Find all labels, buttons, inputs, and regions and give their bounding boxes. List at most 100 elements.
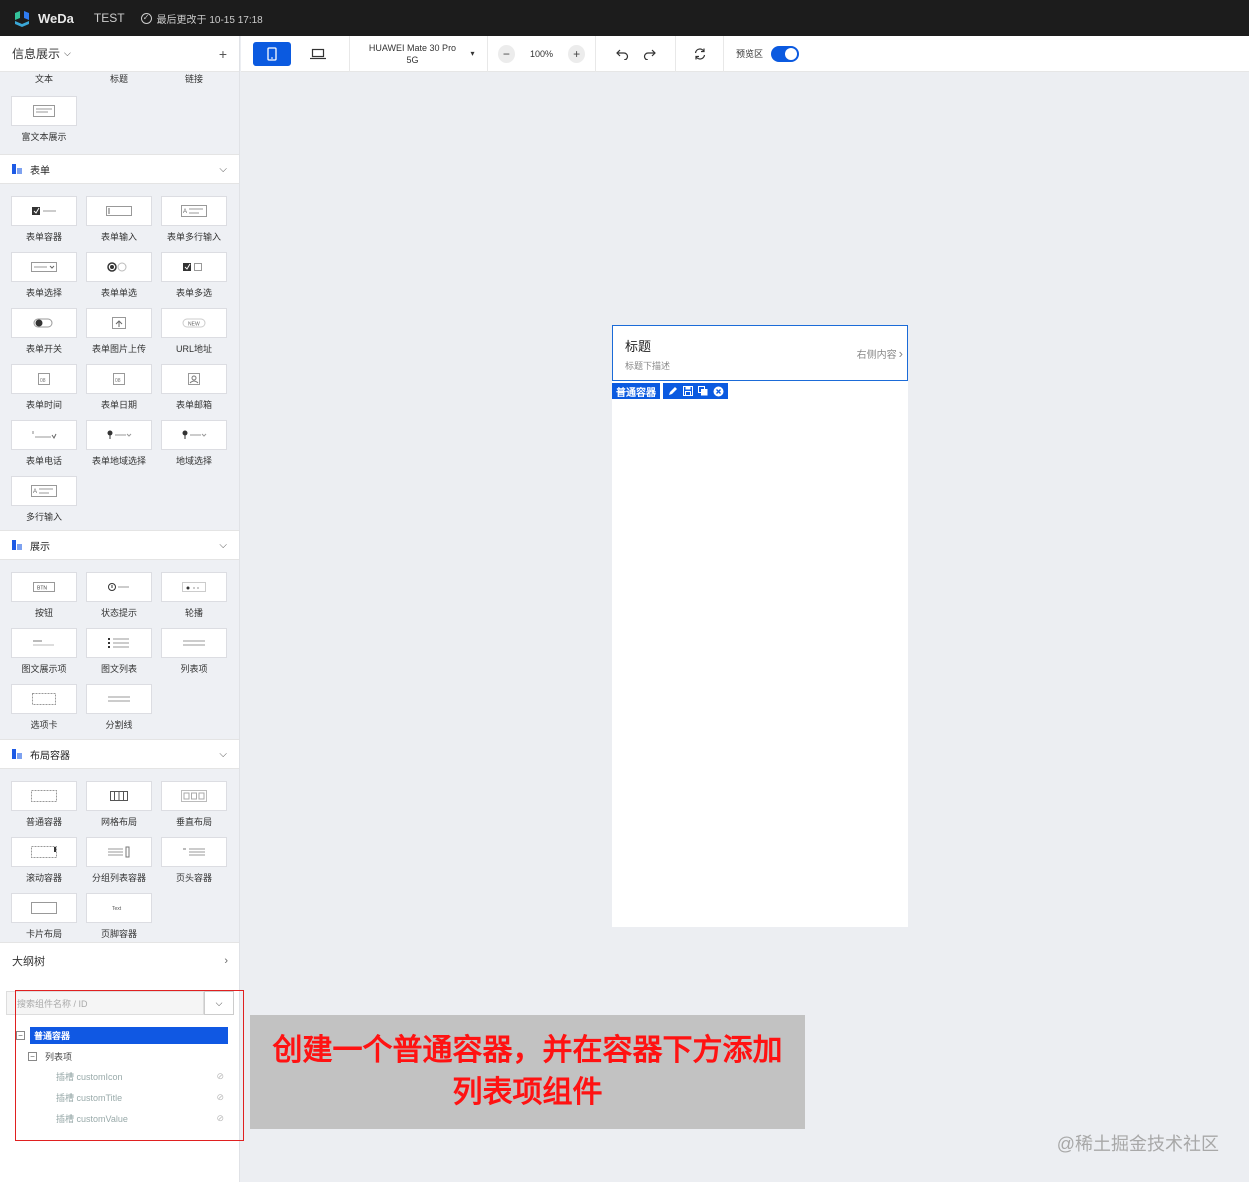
- zoom-group: − 100% +: [488, 35, 596, 72]
- category-dropdown[interactable]: 信息展示 ⌵: [12, 45, 71, 62]
- tree-node-label[interactable]: 普通容器: [30, 1026, 228, 1044]
- preview-label: 预览区: [736, 49, 764, 59]
- tile-input[interactable]: 表单输入: [86, 196, 152, 252]
- section-layout[interactable]: 布局容器 ⌵: [0, 739, 239, 769]
- tile-date[interactable]: 08 表单日期: [86, 364, 152, 420]
- form-container-icon: [11, 196, 77, 226]
- tile-switch[interactable]: 表单开关: [11, 308, 77, 364]
- expand-toggle-button[interactable]: ⌵: [204, 991, 234, 1015]
- tile-status[interactable]: 状态提示: [86, 572, 152, 628]
- tile-multiline[interactable]: A 多行输入: [11, 476, 77, 532]
- tree-node-root[interactable]: − 普通容器: [16, 1025, 230, 1045]
- tile-tabs[interactable]: 选项卡: [11, 684, 77, 740]
- category-icon: [12, 749, 22, 759]
- list-item-component[interactable]: 标题 标题下描述 右侧内容 ›: [612, 325, 908, 381]
- device-name-line2: 5G: [406, 54, 419, 65]
- weda-logo[interactable]: WeDa: [12, 8, 74, 28]
- textarea-icon: A: [161, 196, 227, 226]
- tile-media-list[interactable]: 图文列表: [86, 628, 152, 684]
- tile-label: 按钮: [34, 608, 53, 618]
- refresh-button[interactable]: [690, 44, 710, 64]
- tile-scroll[interactable]: 滚动容器: [11, 837, 77, 893]
- outline-header[interactable]: 大纲树 ›: [0, 943, 239, 979]
- tile-region[interactable]: 表单地域选择: [86, 420, 152, 476]
- component-panel: 信息展示 ⌵ + 文本 标题 链接 富文本展示 表单 ⌵ 表单容器 表单输入 A…: [0, 36, 240, 1182]
- search-input[interactable]: 搜索组件名称 / ID: [6, 991, 204, 1015]
- app-name[interactable]: TEST: [94, 11, 125, 25]
- preview-toggle[interactable]: [771, 45, 800, 62]
- undo-button[interactable]: [612, 44, 632, 64]
- zoom-out-button[interactable]: −: [498, 44, 515, 63]
- phone-canvas[interactable]: 标题 标题下描述 右侧内容 ›: [612, 325, 908, 927]
- mobile-view-button[interactable]: [253, 41, 291, 66]
- collapse-icon[interactable]: −: [16, 1030, 25, 1040]
- status-icon: [86, 572, 152, 602]
- tile-label: 页脚容器: [100, 929, 137, 939]
- tile-label: 图文列表: [100, 664, 137, 674]
- tile-card[interactable]: 卡片布局: [11, 893, 77, 949]
- tile-footer[interactable]: Text 页脚容器: [86, 893, 152, 949]
- tile-url[interactable]: NEW URL地址: [161, 308, 227, 364]
- tile-button[interactable]: BTN 按钮: [11, 572, 77, 628]
- tile-radio[interactable]: 表单单选: [86, 252, 152, 308]
- selected-component-name[interactable]: 普通容器: [612, 383, 660, 399]
- tile-form-container[interactable]: 表单容器: [11, 196, 77, 252]
- saved-status-text: 最后更改于 10-15 17:18: [156, 14, 263, 26]
- tree-node-child[interactable]: − 列表项: [16, 1046, 230, 1066]
- tile-label: 垂直布局: [175, 817, 212, 827]
- preview-group: 预览区: [724, 36, 809, 72]
- button-icon: BTN: [11, 572, 77, 602]
- tile-label: 表单电话: [25, 456, 62, 466]
- device-selector[interactable]: HUAWEI Mate 30 Pro 5G ▾: [350, 35, 488, 72]
- tile-select[interactable]: 表单选择: [11, 252, 77, 308]
- save-icon[interactable]: [682, 385, 694, 397]
- zoom-in-button[interactable]: +: [568, 44, 585, 63]
- chevron-down-icon: ⌵: [219, 748, 227, 760]
- tile-upload[interactable]: 表单图片上传: [86, 308, 152, 364]
- tile-region-select[interactable]: 地域选择: [161, 420, 227, 476]
- section-form[interactable]: 表单 ⌵: [0, 154, 239, 184]
- tile-header[interactable]: 页头容器: [161, 837, 227, 893]
- tile-vertical[interactable]: 垂直布局: [161, 781, 227, 837]
- logo-text: WeDa: [38, 10, 74, 26]
- eye-hidden-icon[interactable]: ⊘: [216, 1071, 224, 1082]
- tile-group-list[interactable]: 分组列表容器: [86, 837, 152, 893]
- tile-grid[interactable]: 网格布局: [86, 781, 152, 837]
- collapse-icon[interactable]: −: [28, 1051, 37, 1061]
- add-icon[interactable]: +: [219, 46, 227, 62]
- tile-textarea[interactable]: A 表单多行输入: [161, 196, 227, 252]
- annotation-callout: 创建一个普通容器，并在容器下方添加列表项组件: [250, 1015, 805, 1129]
- redo-button[interactable]: [640, 44, 660, 64]
- eye-hidden-icon[interactable]: ⊘: [216, 1092, 224, 1103]
- tile-label: 选项卡: [30, 720, 58, 730]
- tile-link[interactable]: 链接: [161, 72, 227, 86]
- tile-phone[interactable]: 表单电话: [11, 420, 77, 476]
- tree-slot[interactable]: 插槽 customIcon ⊘: [16, 1066, 230, 1087]
- tile-checkbox[interactable]: 表单多选: [161, 252, 227, 308]
- copy-icon[interactable]: [697, 385, 709, 397]
- form-tiles: 表单容器 表单输入 A 表单多行输入 表单选择 表单单选 表单多选 表单开关 表单…: [0, 196, 239, 532]
- section-title: 布局容器: [30, 750, 70, 762]
- tile-label: 表单选择: [25, 288, 62, 298]
- eye-hidden-icon[interactable]: ⊘: [216, 1113, 224, 1124]
- tile-label: 普通容器: [25, 817, 62, 827]
- delete-icon[interactable]: [712, 385, 724, 397]
- tile-divider[interactable]: 分割线: [86, 684, 152, 740]
- tree-slot[interactable]: 插槽 customTitle ⊘: [16, 1087, 230, 1108]
- tile-time[interactable]: 08 表单时间: [11, 364, 77, 420]
- tree-slot[interactable]: 插槽 customValue ⊘: [16, 1108, 230, 1129]
- tile-media-item[interactable]: 图文展示项: [11, 628, 77, 684]
- tile-title[interactable]: 标题: [86, 72, 152, 86]
- list-item-right-text: 右侧内容: [856, 350, 897, 361]
- tile-email[interactable]: 表单邮箱: [161, 364, 227, 420]
- edit-icon[interactable]: [667, 385, 679, 397]
- desktop-view-button[interactable]: [299, 42, 337, 66]
- tile-label: 状态提示: [100, 608, 137, 618]
- caret-down-icon: ▾: [470, 49, 475, 58]
- tile-text[interactable]: 文本: [11, 72, 77, 86]
- tile-richtext[interactable]: 富文本展示: [11, 96, 77, 154]
- section-display[interactable]: 展示 ⌵: [0, 530, 239, 560]
- tile-carousel[interactable]: 轮播: [161, 572, 227, 628]
- tile-list-item[interactable]: 列表项: [161, 628, 227, 684]
- tile-container[interactable]: 普通容器: [11, 781, 77, 837]
